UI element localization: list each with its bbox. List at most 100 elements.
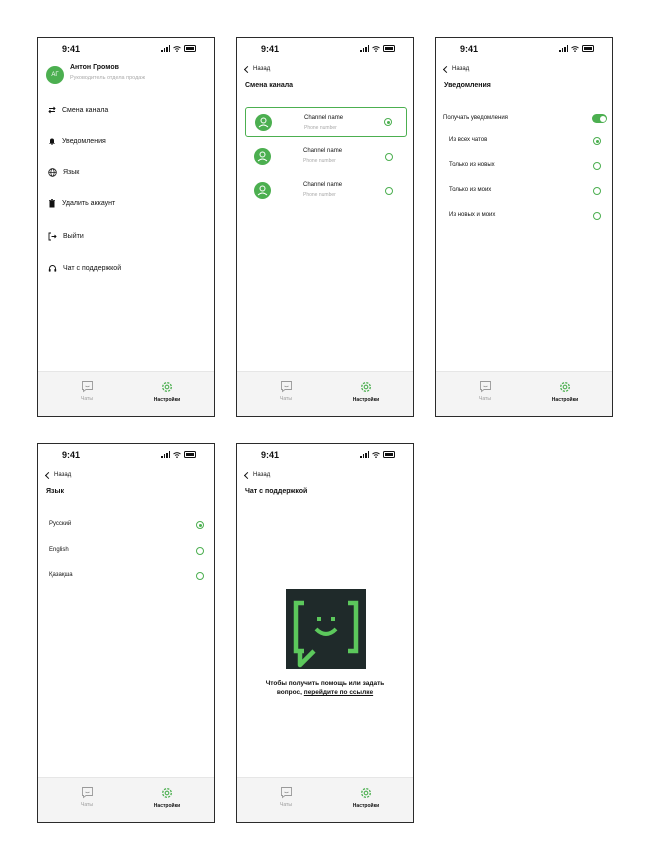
tab-label: Настройки (153, 803, 181, 809)
signal-icon (161, 451, 170, 458)
menu-item-delete-account[interactable]: Удалить аккаунт (48, 199, 115, 208)
headset-icon (48, 265, 57, 272)
gear-icon (361, 382, 371, 392)
tab-chats[interactable]: Чаты (460, 380, 510, 402)
menu-item-support[interactable]: Чат с поддержкой (48, 264, 121, 273)
language-option[interactable]: Қазақша (49, 570, 204, 582)
chat-icon (479, 381, 491, 393)
language-option[interactable]: Русский (49, 519, 204, 531)
gear-icon (361, 788, 371, 798)
support-message: Чтобы получить помощь или задать вопрос,… (237, 679, 413, 697)
signal-icon (559, 45, 568, 52)
option-label: Русский (49, 521, 72, 527)
toggle-label: Получать уведомления (443, 115, 508, 121)
notification-option[interactable]: Из всех чатов (449, 135, 601, 147)
channel-item[interactable]: Channel name Phone number (245, 107, 407, 137)
support-screen: 9:41 Назад Чат с поддержкой Чтобы получи… (236, 443, 414, 823)
tab-settings[interactable]: Настройки (341, 786, 391, 809)
tab-bar: Чаты Настройки (38, 371, 214, 416)
back-button[interactable]: Назад (243, 471, 271, 479)
battery-icon (383, 45, 395, 52)
tab-label: Чаты (280, 396, 292, 402)
tab-label: Настройки (352, 803, 380, 809)
option-radio[interactable] (196, 521, 204, 529)
option-radio[interactable] (593, 212, 601, 220)
menu-item-channel[interactable]: Смена канала (48, 106, 108, 114)
tab-chats[interactable]: Чаты (261, 786, 311, 808)
menu-item-logout[interactable]: Выйти (48, 232, 84, 241)
notifications-toggle-row: Получать уведомления (443, 113, 607, 125)
option-label: Из новых и моих (449, 212, 496, 218)
channel-phone: Phone number (303, 158, 336, 164)
tab-chats[interactable]: Чаты (261, 380, 311, 402)
chevron-left-icon (243, 65, 252, 73)
status-bar: 9:41 (38, 450, 214, 464)
status-time: 9:41 (261, 450, 280, 460)
option-radio[interactable] (196, 572, 204, 580)
gear-icon (162, 788, 172, 798)
avatar[interactable]: АГ (46, 66, 64, 84)
wifi-icon (372, 45, 380, 52)
option-label: Қазақша (49, 572, 73, 578)
battery-icon (184, 451, 196, 458)
user-name: Антон Громов (70, 64, 119, 71)
language-screen: 9:41 Назад Язык Русский English Қазақша … (37, 443, 215, 823)
support-link[interactable]: перейдите по ссылке (304, 689, 373, 696)
channel-switch-screen: 9:41 Назад Смена канала Channel name Pho… (236, 37, 414, 417)
option-radio[interactable] (593, 187, 601, 195)
option-label: Из всех чатов (449, 137, 488, 143)
channel-item[interactable]: Channel name Phone number (245, 176, 407, 206)
tab-label: Чаты (81, 396, 93, 402)
wifi-icon (173, 451, 181, 458)
menu-item-label: Смена канала (62, 106, 109, 114)
tab-settings[interactable]: Настройки (142, 786, 192, 809)
gear-icon (560, 382, 570, 392)
back-button[interactable]: Назад (442, 65, 469, 73)
channel-radio[interactable] (385, 153, 393, 161)
option-radio[interactable] (593, 162, 601, 170)
menu-item-notifications[interactable]: Уведомления (48, 137, 106, 145)
status-bar: 9:41 (237, 44, 413, 58)
tab-settings[interactable]: Настройки (341, 380, 391, 403)
tab-bar: Чаты Настройки (436, 371, 612, 416)
notifications-screen: 9:41 Назад Уведомления Получать уведомле… (435, 37, 613, 417)
back-button[interactable]: Назад (243, 65, 271, 73)
status-time: 9:41 (62, 450, 81, 460)
back-label: Назад (253, 472, 271, 478)
back-label: Назад (54, 472, 72, 478)
option-radio[interactable] (593, 137, 601, 145)
chat-icon (280, 381, 292, 393)
tab-bar: Чаты Настройки (237, 371, 413, 416)
menu-item-language[interactable]: Язык (48, 168, 79, 177)
tab-settings[interactable]: Настройки (142, 380, 192, 403)
signal-icon (360, 451, 369, 458)
notification-option[interactable]: Только из моих (449, 185, 601, 197)
menu-item-label: Чат с поддержкой (63, 265, 122, 272)
notification-option[interactable]: Только из новых (449, 160, 601, 172)
channel-avatar-icon (254, 182, 271, 199)
battery-icon (184, 45, 196, 52)
back-label: Назад (253, 66, 271, 72)
channel-item[interactable]: Channel name Phone number (245, 142, 407, 172)
notification-option[interactable]: Из новых и моих (449, 210, 601, 222)
gear-icon (162, 382, 172, 392)
status-bar: 9:41 (237, 450, 413, 464)
channel-avatar-icon (254, 148, 271, 165)
status-time: 9:41 (460, 44, 479, 54)
menu-item-label: Выйти (63, 233, 84, 240)
back-button[interactable]: Назад (44, 471, 72, 479)
tab-settings[interactable]: Настройки (540, 380, 590, 403)
channel-radio[interactable] (385, 187, 393, 195)
chat-icon (81, 381, 93, 393)
notifications-toggle[interactable] (592, 114, 607, 123)
option-radio[interactable] (196, 547, 204, 555)
wifi-icon (571, 45, 579, 52)
language-option[interactable]: English (49, 545, 204, 557)
tab-chats[interactable]: Чаты (62, 380, 112, 402)
channel-radio[interactable] (384, 118, 392, 126)
status-bar: 9:41 (38, 44, 214, 58)
status-time: 9:41 (261, 44, 280, 54)
globe-icon (48, 168, 57, 177)
tab-chats[interactable]: Чаты (62, 786, 112, 808)
tab-label: Настройки (352, 397, 380, 403)
